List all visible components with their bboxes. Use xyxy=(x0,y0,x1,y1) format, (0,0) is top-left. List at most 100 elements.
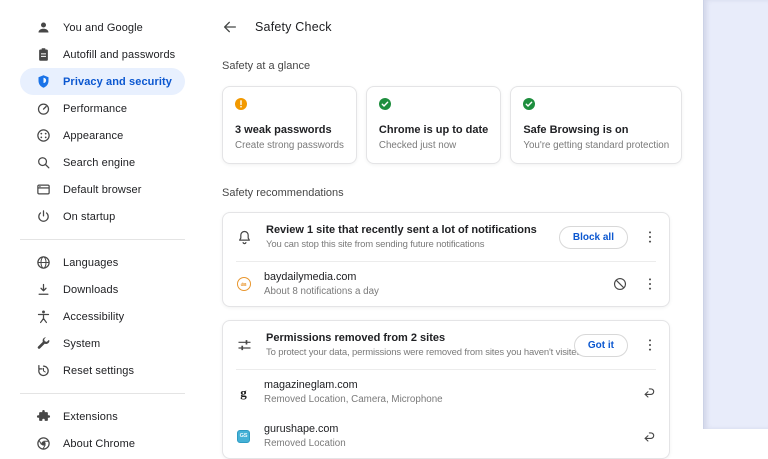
page-title: Safety Check xyxy=(255,20,332,34)
glance-card-title: Chrome is up to date xyxy=(379,124,488,136)
sidebar-item-label: On startup xyxy=(63,211,115,223)
site-detail: Removed Location xyxy=(264,438,628,449)
glance-card-subtitle: Checked just now xyxy=(379,140,488,151)
site-detail: About 8 notifications a day xyxy=(264,286,599,297)
sidebar-item-accessibility[interactable]: Accessibility xyxy=(20,303,185,330)
reset-icon xyxy=(36,363,51,378)
sidebar-divider xyxy=(20,239,185,240)
glance-card-subtitle: Create strong passwords xyxy=(235,140,344,151)
sidebar-item-extensions[interactable]: Extensions xyxy=(20,403,185,430)
bell-icon xyxy=(236,229,253,246)
site-row-magazineglam: g magazineglam.com Removed Location, Cam… xyxy=(223,370,669,414)
block-site-icon[interactable] xyxy=(612,276,628,292)
sidebar-item-label: Extensions xyxy=(63,411,118,423)
notifications-review-card: Review 1 site that recently sent a lot o… xyxy=(222,212,670,307)
sidebar-item-label: About Chrome xyxy=(63,438,135,450)
sidebar-item-you-and-google[interactable]: You and Google xyxy=(20,14,185,41)
magazineglam-favicon: g xyxy=(236,385,251,400)
glance-cards-row: 3 weak passwords Create strong passwords… xyxy=(222,86,670,164)
sidebar-item-about-chrome[interactable]: About Chrome xyxy=(20,430,185,457)
puzzle-icon xyxy=(36,409,51,424)
more-options-icon[interactable] xyxy=(643,337,657,353)
sidebar-item-privacy-and-security[interactable]: Privacy and security xyxy=(20,68,185,95)
person-icon xyxy=(36,20,51,35)
sidebar-item-label: System xyxy=(63,338,100,350)
ok-check-icon xyxy=(523,98,535,110)
sidebar-item-search-engine[interactable]: Search engine xyxy=(20,149,185,176)
baydailymedia-favicon: dB xyxy=(236,277,251,292)
warning-icon xyxy=(235,98,247,110)
section-safety-at-a-glance: Safety at a glance xyxy=(222,60,670,72)
sidebar-item-label: Downloads xyxy=(63,284,118,296)
permissions-card-title: Permissions removed from 2 sites xyxy=(266,332,561,344)
sidebar-item-label: Default browser xyxy=(63,184,142,196)
site-row-baydailymedia: dB baydailymedia.com About 8 notificatio… xyxy=(223,262,669,306)
tune-sliders-icon xyxy=(236,337,253,354)
settings-sidebar: You and Google Autofill and passwords Pr… xyxy=(0,0,222,457)
notifications-card-subtitle: You can stop this site from sending futu… xyxy=(266,239,546,250)
sidebar-item-downloads[interactable]: Downloads xyxy=(20,276,185,303)
autofill-icon xyxy=(36,47,51,62)
section-safety-recommendations: Safety recommendations xyxy=(222,187,670,199)
block-all-button[interactable]: Block all xyxy=(559,226,628,249)
globe-icon xyxy=(36,255,51,270)
sidebar-item-languages[interactable]: Languages xyxy=(20,249,185,276)
glance-card-safe-browsing[interactable]: Safe Browsing is on You're getting stand… xyxy=(510,86,682,164)
sidebar-item-label: Privacy and security xyxy=(63,76,172,88)
performance-icon xyxy=(36,101,51,116)
sidebar-item-autofill[interactable]: Autofill and passwords xyxy=(20,41,185,68)
sidebar-item-label: Performance xyxy=(63,103,127,115)
download-icon xyxy=(36,282,51,297)
sidebar-item-reset-settings[interactable]: Reset settings xyxy=(20,357,185,384)
site-texts: magazineglam.com Removed Location, Camer… xyxy=(264,379,628,405)
glance-card-title: Safe Browsing is on xyxy=(523,124,669,136)
sidebar-item-label: Languages xyxy=(63,257,118,269)
permissions-card-texts: Permissions removed from 2 sites To prot… xyxy=(266,332,561,358)
page-header: Safety Check xyxy=(222,0,670,37)
more-options-icon[interactable] xyxy=(643,229,657,245)
site-domain: baydailymedia.com xyxy=(264,271,599,283)
sidebar-item-performance[interactable]: Performance xyxy=(20,95,185,122)
site-row-gurushape: GS gurushape.com Removed Location xyxy=(223,414,669,458)
sidebar-item-label: Search engine xyxy=(63,157,135,169)
sidebar-item-appearance[interactable]: Appearance xyxy=(20,122,185,149)
permissions-removed-card: Permissions removed from 2 sites To prot… xyxy=(222,320,670,459)
got-it-button[interactable]: Got it xyxy=(574,334,628,357)
privacy-shield-icon xyxy=(36,74,51,89)
sidebar-item-label: Accessibility xyxy=(63,311,124,323)
sidebar-divider xyxy=(20,393,185,394)
gurushape-favicon: GS xyxy=(236,429,251,444)
accessibility-icon xyxy=(36,309,51,324)
glance-card-title: 3 weak passwords xyxy=(235,124,344,136)
notifications-card-header: Review 1 site that recently sent a lot o… xyxy=(223,213,669,261)
glance-card-weak-passwords[interactable]: 3 weak passwords Create strong passwords xyxy=(222,86,357,164)
sidebar-item-label: You and Google xyxy=(63,22,143,34)
site-domain: magazineglam.com xyxy=(264,379,628,391)
power-icon xyxy=(36,209,51,224)
sidebar-item-on-startup[interactable]: On startup xyxy=(20,203,185,230)
permissions-card-subtitle: To protect your data, permissions were r… xyxy=(266,347,561,358)
wrench-icon xyxy=(36,336,51,351)
site-texts: baydailymedia.com About 8 notifications … xyxy=(264,271,599,297)
permissions-card-header: Permissions removed from 2 sites To prot… xyxy=(223,321,669,369)
undo-icon[interactable] xyxy=(641,384,657,400)
sidebar-item-default-browser[interactable]: Default browser xyxy=(20,176,185,203)
safety-check-page: Safety Check Safety at a glance 3 weak p… xyxy=(222,0,670,459)
sidebar-item-label: Autofill and passwords xyxy=(63,49,175,61)
desktop-background-strip xyxy=(703,0,768,429)
default-browser-icon xyxy=(36,182,51,197)
glance-card-subtitle: You're getting standard protection xyxy=(523,140,669,151)
notifications-card-title: Review 1 site that recently sent a lot o… xyxy=(266,224,546,236)
sidebar-item-system[interactable]: System xyxy=(20,330,185,357)
back-arrow-icon[interactable] xyxy=(222,19,238,35)
search-icon xyxy=(36,155,51,170)
notifications-card-texts: Review 1 site that recently sent a lot o… xyxy=(266,224,546,250)
site-texts: gurushape.com Removed Location xyxy=(264,423,628,449)
chrome-logo-icon xyxy=(36,436,51,451)
glance-card-chrome-updated[interactable]: Chrome is up to date Checked just now xyxy=(366,86,501,164)
undo-icon[interactable] xyxy=(641,428,657,444)
more-options-icon[interactable] xyxy=(643,276,657,292)
site-domain: gurushape.com xyxy=(264,423,628,435)
appearance-icon xyxy=(36,128,51,143)
ok-check-icon xyxy=(379,98,391,110)
